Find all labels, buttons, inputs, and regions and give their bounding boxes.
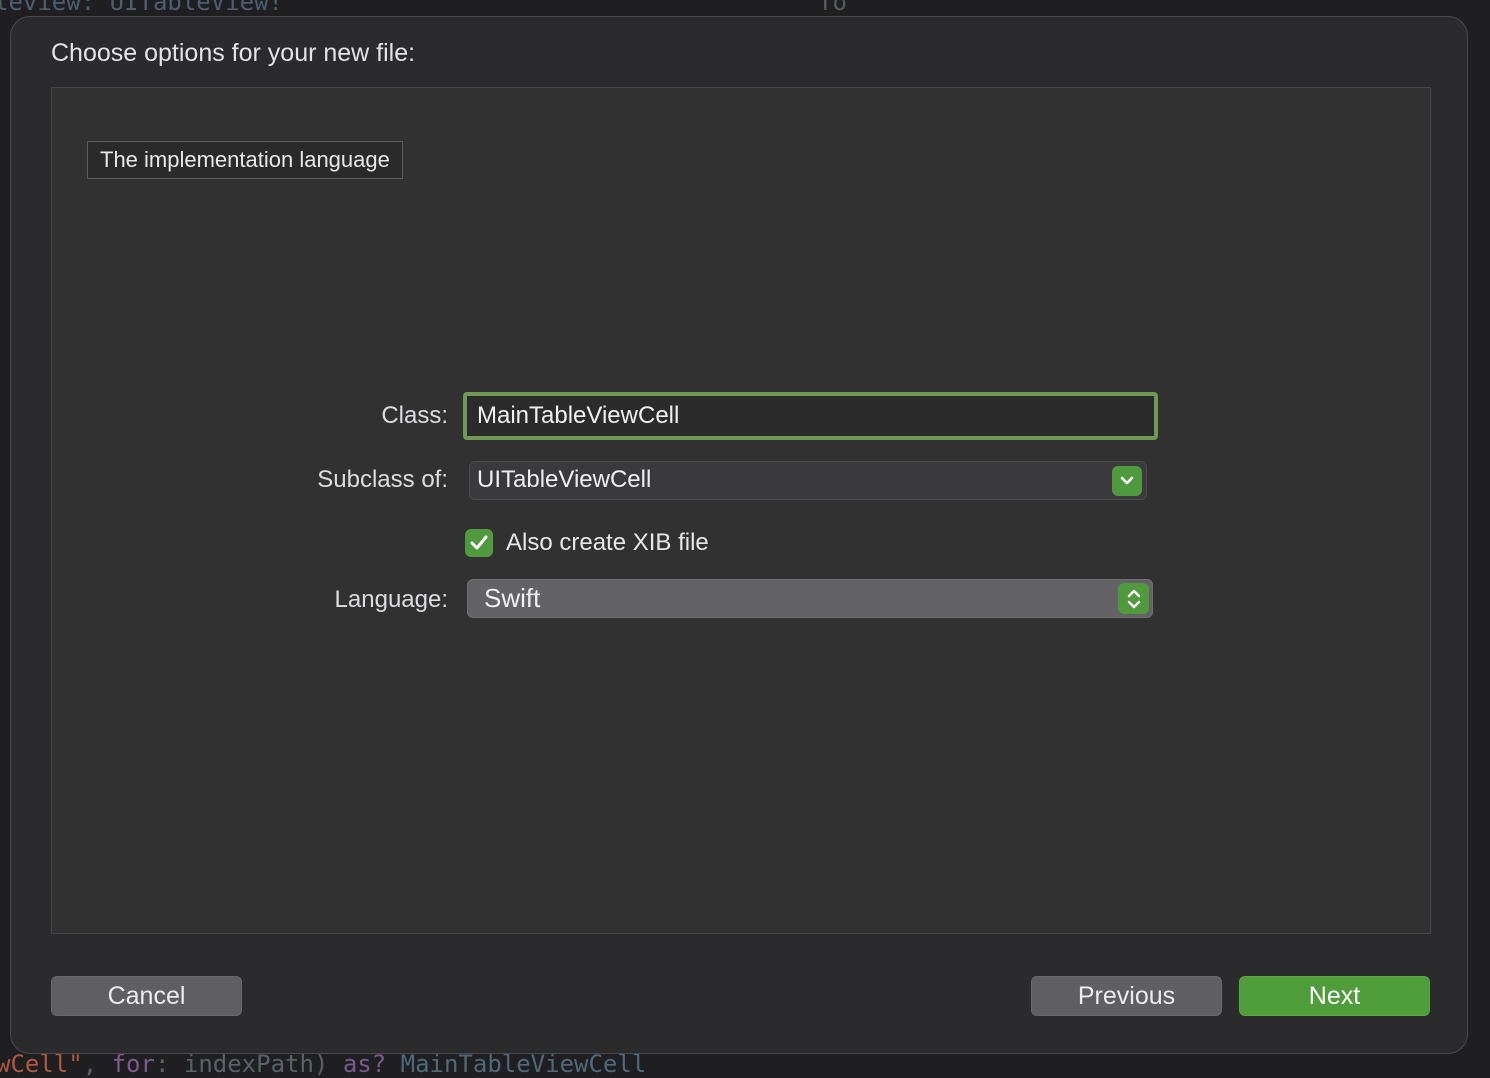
chevron-down-icon[interactable]: [1112, 466, 1142, 496]
language-popup-button[interactable]: Swift: [467, 579, 1153, 618]
checkmark-icon: [470, 535, 488, 550]
cancel-button[interactable]: Cancel: [51, 976, 242, 1016]
subclass-combo-box[interactable]: UITableViewCell: [469, 461, 1147, 500]
sheet-title: Choose options for your new file:: [51, 39, 416, 67]
new-file-options-sheet: Choose options for your new file: The im…: [10, 16, 1468, 1054]
class-name-input[interactable]: [467, 396, 1154, 436]
background-code-fragment: To: [818, 0, 847, 16]
language-value[interactable]: Swift: [484, 583, 540, 614]
up-down-chevron-icon[interactable]: [1118, 583, 1149, 614]
subclass-label: Subclass of:: [317, 466, 448, 493]
next-button[interactable]: Next: [1239, 976, 1430, 1016]
previous-button[interactable]: Previous: [1031, 976, 1222, 1016]
background-code-line: leview: UITableView!: [0, 0, 283, 16]
xib-checkbox-label[interactable]: Also create XIB file: [506, 529, 709, 557]
subclass-value[interactable]: UITableViewCell: [477, 466, 651, 494]
language-label: Language:: [334, 586, 448, 613]
options-panel: The implementation language Class: Subcl…: [51, 87, 1431, 934]
xib-checkbox-row[interactable]: Also create XIB file: [465, 526, 709, 560]
class-name-field[interactable]: [463, 392, 1158, 440]
class-label: Class:: [381, 402, 448, 429]
language-tooltip: The implementation language: [87, 141, 403, 179]
xib-checkbox[interactable]: [465, 529, 493, 557]
